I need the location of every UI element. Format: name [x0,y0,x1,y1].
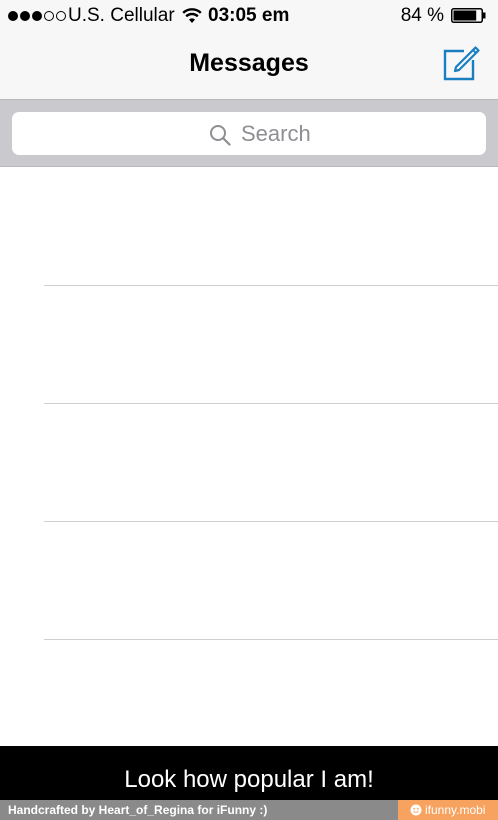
compose-icon[interactable] [442,46,480,82]
signal-dot [32,11,42,21]
search-input[interactable]: Search [12,112,486,155]
search-bar: Search [0,99,498,167]
conversation-row[interactable] [0,286,498,404]
battery-percentage: 84 % [400,5,444,26]
conversation-list [0,168,498,746]
signal-dot [44,11,54,21]
conversation-row[interactable] [0,522,498,640]
conversation-row[interactable] [0,404,498,522]
page-title: Messages [189,49,309,77]
search-placeholder: Search [241,121,311,146]
site-badge[interactable]: ifunny.mobi [398,800,498,820]
smiley-icon [410,804,422,816]
carrier-name: U.S. Cellular [68,5,175,26]
signal-dot [56,11,66,21]
wifi-icon [182,8,202,23]
credit-text: Handcrafted by Heart_of_Regina for iFunn… [8,803,268,817]
site-name: ifunny.mobi [425,803,486,817]
conversation-row[interactable] [0,168,498,286]
conversation-row[interactable] [0,640,498,746]
clock: 03:05 em [208,5,290,26]
search-icon [210,125,231,146]
signal-icon [8,11,66,21]
battery-icon [451,8,486,23]
messages-screen: U.S. Cellular 03:05 em 84 % Messages Sea… [0,0,498,820]
signal-dot [20,11,30,21]
watermark-footer: Handcrafted by Heart_of_Regina for iFunn… [0,800,498,820]
caption-text: Look how popular I am! [124,766,374,793]
signal-dot [8,11,18,21]
status-bar: U.S. Cellular 03:05 em 84 % [0,0,498,32]
